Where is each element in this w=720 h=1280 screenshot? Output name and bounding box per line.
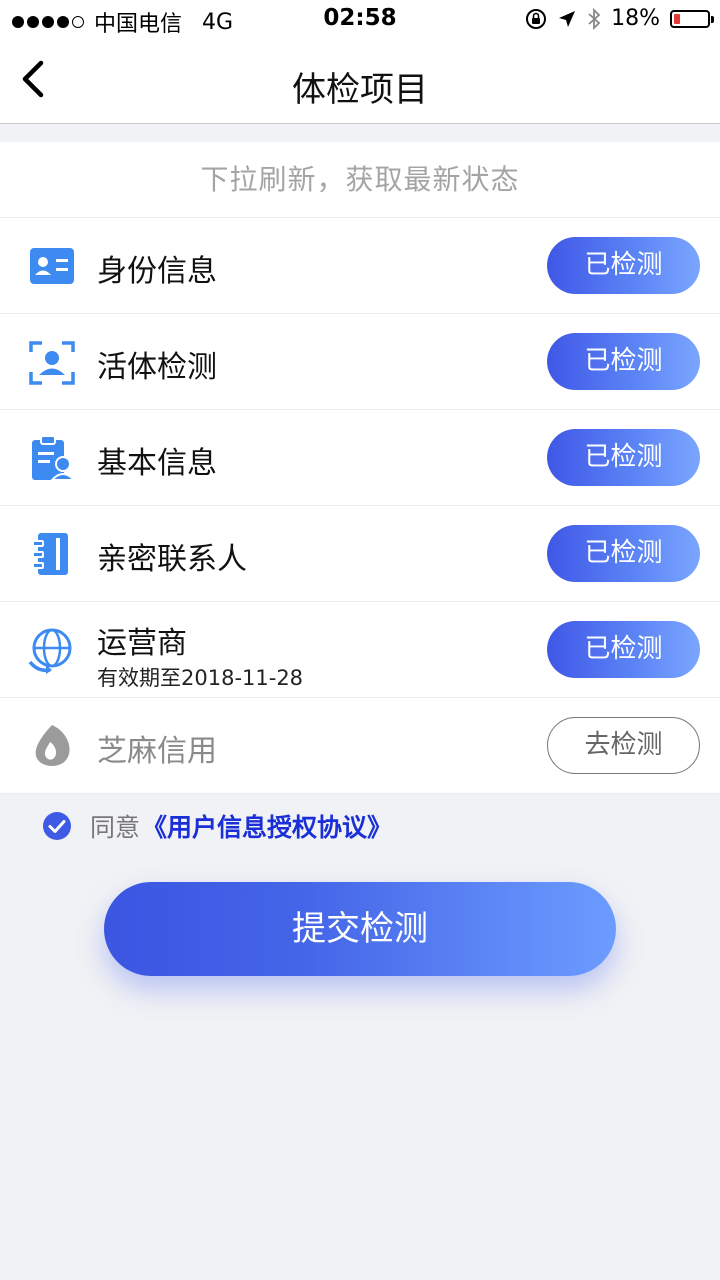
check-item-label: 亲密联系人 <box>97 542 247 577</box>
check-item-label: 活体检测 <box>97 350 217 385</box>
battery-level <box>674 13 680 24</box>
face-scan-icon <box>29 341 75 385</box>
globe-refresh-icon <box>28 628 72 674</box>
status-right: 18% <box>525 6 714 31</box>
id-card-icon <box>30 248 74 284</box>
location-arrow-icon <box>559 10 576 27</box>
profile-form-icon <box>32 435 76 481</box>
status-button[interactable]: 已检测 <box>547 429 700 486</box>
battery-percent: 18% <box>611 6 660 31</box>
check-item-liveness: 活体检测 已检测 <box>0 314 720 410</box>
bluetooth-icon <box>588 7 601 30</box>
status-button[interactable]: 已检测 <box>547 333 700 390</box>
status-button[interactable]: 已检测 <box>547 621 700 678</box>
check-item-carrier: 运营商 有效期至2018-11-28 已检测 <box>0 602 720 698</box>
agreement-prefix: 同意 <box>90 813 141 842</box>
agreement-link[interactable]: 《用户信息授权协议》 <box>142 808 392 844</box>
sesame-icon <box>35 725 70 766</box>
check-item-label: 基本信息 <box>97 446 217 481</box>
validity-date: 有效期至2018-11-28 <box>97 666 304 690</box>
page-title: 体检项目 <box>292 70 428 110</box>
rotation-lock-icon <box>526 8 547 29</box>
checkbox-checked-icon[interactable] <box>42 811 72 841</box>
submit-button[interactable]: 提交检测 <box>104 882 616 976</box>
agreement-row: 同意 《用户信息授权协议》 <box>42 808 392 844</box>
status-bar: 中国电信 4G 02:58 18% <box>0 0 720 40</box>
status-button[interactable]: 已检测 <box>547 525 700 582</box>
status-button[interactable]: 已检测 <box>547 237 700 294</box>
check-item-list: 身份信息 已检测 活体检测 已检测 基本信息 已检测 亲密联系人 已检测 运营商… <box>0 218 720 794</box>
check-item-label: 运营商 <box>97 626 187 661</box>
refresh-hint: 下拉刷新，获取最新状态 <box>0 142 720 218</box>
check-item-basic-info: 基本信息 已检测 <box>0 410 720 506</box>
contacts-book-icon <box>32 533 68 575</box>
check-item-identity: 身份信息 已检测 <box>0 218 720 314</box>
battery-icon <box>670 9 714 28</box>
check-item-sesame-credit: 芝麻信用 去检测 <box>0 698 720 794</box>
check-item-label: 芝麻信用 <box>97 734 217 769</box>
check-item-label: 身份信息 <box>97 254 217 289</box>
go-check-button[interactable]: 去检测 <box>547 717 700 774</box>
nav-bar: 体检项目 <box>0 40 720 124</box>
check-item-contacts: 亲密联系人 已检测 <box>0 506 720 602</box>
